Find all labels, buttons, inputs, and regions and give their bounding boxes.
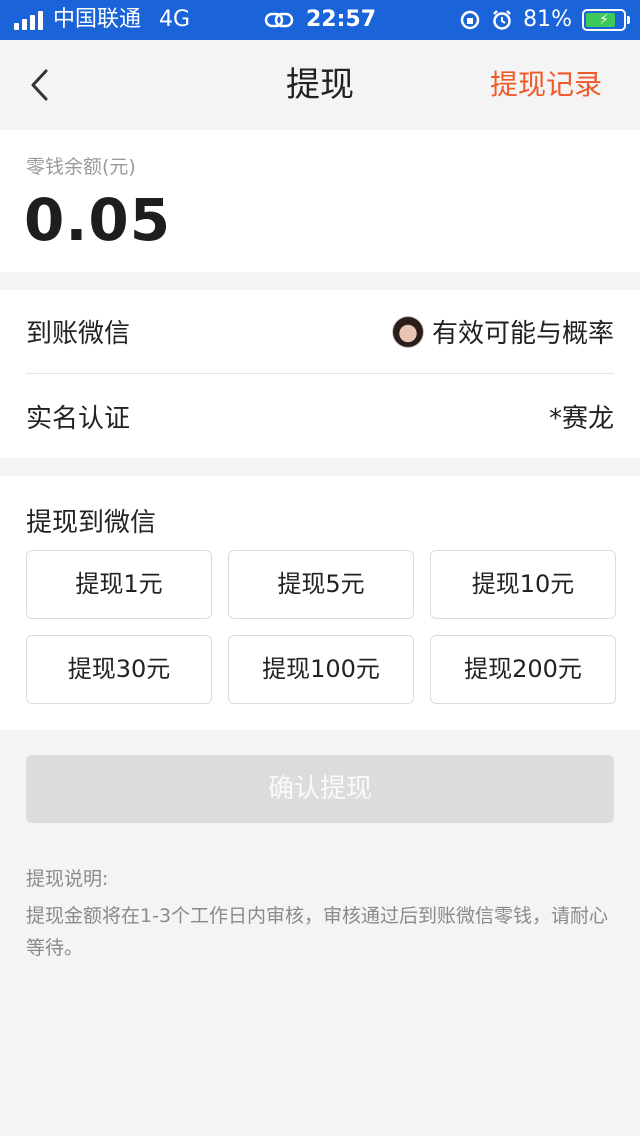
balance-label: 零钱余额(元) [26, 156, 136, 178]
wechat-nickname: 有效可能与概率 [431, 319, 614, 349]
account-info-card: 到账微信 有效可能与概率 实名认证 *赛龙 [0, 290, 640, 458]
realname-row: 实名认证 *赛龙 [26, 374, 614, 458]
clock-time: 22:57 [305, 7, 377, 32]
notes-text: 提现金额将在1-3个工作日内审核，审核通过后到账微信零钱，请耐心等待。 [26, 905, 609, 959]
nav-bar: 提现 提现记录 [0, 40, 640, 130]
withdraw-option-button[interactable]: 提现10元 [430, 550, 616, 619]
withdraw-options-card: 提现到微信 提现1元 提现5元 提现10元 提现30元 提现100元 提现200… [0, 476, 640, 730]
rotation-lock-icon [460, 10, 480, 30]
status-bar: 中国联通 4G 22:57 81% ⚡ [0, 0, 640, 40]
alarm-icon [493, 10, 511, 30]
battery-percent: 81% [523, 7, 572, 32]
notes-title: 提现说明: [26, 868, 109, 890]
realname-value: *赛龙 [548, 403, 614, 434]
battery-icon: ⚡ [582, 9, 630, 31]
realname-label: 实名认证 [26, 403, 131, 434]
withdraw-option-button[interactable]: 提现200元 [430, 635, 616, 704]
withdraw-history-link[interactable]: 提现记录 [490, 40, 602, 130]
avatar [391, 315, 424, 348]
balance-amount: 0.05 [24, 186, 172, 254]
wechat-account-row: 到账微信 有效可能与概率 [26, 290, 614, 374]
withdraw-option-button[interactable]: 提现100元 [228, 635, 414, 704]
withdraw-option-button[interactable]: 提现1元 [26, 550, 212, 619]
wechat-account-label: 到账微信 [26, 319, 131, 349]
withdraw-option-button[interactable]: 提现5元 [228, 550, 414, 619]
withdraw-option-button[interactable]: 提现30元 [26, 635, 212, 704]
wechat-account-value: 有效可能与概率 [391, 313, 614, 350]
status-right: 81% ⚡ [459, 0, 630, 40]
confirm-withdraw-button[interactable]: 确认提现 [26, 755, 614, 823]
withdraw-options-title: 提现到微信 [26, 508, 157, 538]
link-icon [264, 12, 294, 28]
balance-card: 零钱余额(元) 0.05 [0, 130, 640, 272]
